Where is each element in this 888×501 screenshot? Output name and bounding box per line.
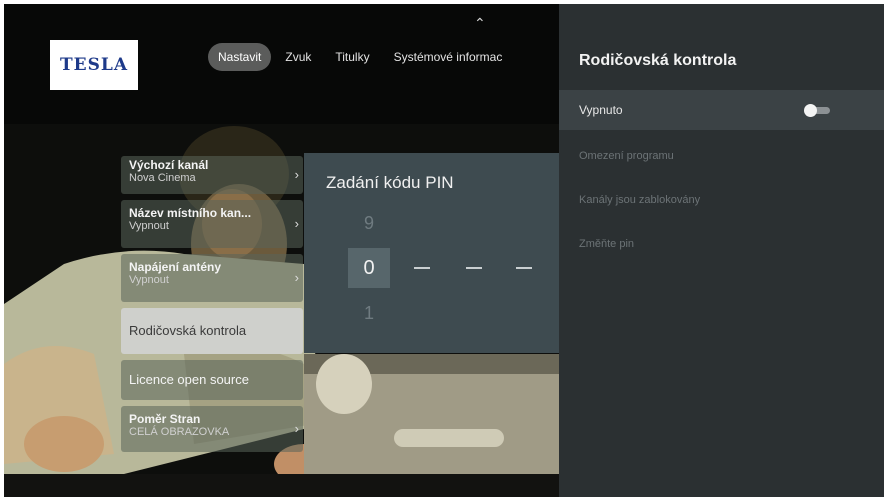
toggle-knob — [804, 104, 817, 117]
parental-control-panel: Rodičovská kontrola Vypnuto Omezení prog… — [559, 4, 884, 497]
menu-item-value: CELÁ OBRAZOVKA — [129, 426, 230, 438]
chevron-right-icon: › — [294, 167, 299, 182]
chevron-right-icon: › — [294, 421, 299, 436]
tab-nastavit[interactable]: Nastavit — [208, 43, 272, 71]
pin-slot-3[interactable] — [466, 267, 482, 269]
logo-text: TESLA — [59, 55, 129, 75]
pin-digit-input[interactable]: 0 — [348, 248, 390, 288]
menu-item-aspect-ratio[interactable]: Poměr Stran CELÁ OBRAZOVKA › — [121, 406, 303, 452]
chevron-up-icon[interactable]: ⌃ — [474, 16, 486, 30]
menu-item-title: Název místního kan... — [129, 206, 252, 220]
menu-item-antenna-power[interactable]: Napájení antény Vypnout › — [121, 254, 303, 302]
chevron-right-icon: › — [294, 270, 299, 285]
tab-systemove-informace[interactable]: Systémové informac — [384, 43, 513, 71]
menu-item-title: Poměr Stran — [129, 412, 201, 426]
pin-dialog-title: Zadání kódu PIN — [326, 173, 454, 192]
panel-row-label: Změňte pin — [579, 238, 635, 250]
pin-slot-4[interactable] — [516, 267, 532, 269]
tab-zvuk[interactable]: Zvuk — [275, 43, 321, 71]
panel-row-label: Kanály jsou zablokovány — [579, 194, 701, 206]
toggle-row-label: Vypnuto — [579, 103, 623, 117]
menu-item-value: Vypnout — [129, 220, 169, 232]
menu-item-parental-control[interactable]: Rodičovská kontrola — [121, 308, 303, 354]
menu-item-open-source-licenses[interactable]: Licence open source — [121, 360, 303, 400]
settings-menu: Výchozí kanál Nova Cinema › Název místní… — [121, 156, 311, 458]
top-tab-bar: Nastavit Zvuk Titulky Systémové informac — [208, 42, 516, 72]
chevron-right-icon: › — [294, 216, 299, 231]
pin-slot-2[interactable] — [414, 267, 430, 269]
menu-item-local-channel-name[interactable]: Název místního kan... Vypnout › — [121, 200, 303, 248]
pin-digit-above: 9 — [364, 213, 375, 233]
panel-row-blocked-channels[interactable]: Kanály jsou zablokovány — [559, 180, 884, 220]
panel-row-change-pin[interactable]: Změňte pin — [559, 224, 884, 264]
menu-item-value: Vypnout — [129, 274, 169, 286]
parental-control-toggle[interactable] — [804, 104, 830, 117]
panel-title: Rodičovská kontrola — [579, 52, 737, 69]
menu-item-title: Rodičovská kontrola — [129, 324, 247, 338]
tesla-logo: TESLA — [50, 40, 138, 90]
tab-titulky[interactable]: Titulky — [325, 43, 379, 71]
menu-item-title: Licence open source — [129, 373, 249, 387]
pin-entry-dialog: Zadání kódu PIN 9 0 1 — [304, 153, 590, 353]
menu-item-title: Napájení antény — [129, 260, 222, 274]
menu-item-value: Nova Cinema — [129, 172, 196, 184]
menu-item-title: Výchozí kanál — [129, 158, 209, 172]
menu-item-default-channel[interactable]: Výchozí kanál Nova Cinema › — [121, 156, 303, 194]
panel-row-program-restrictions[interactable]: Omezení programu — [559, 136, 884, 176]
panel-row-label: Omezení programu — [579, 150, 674, 162]
tv-screen: TESLA ⌃ Nastavit Zvuk Titulky Systémové … — [4, 4, 884, 497]
pin-digit-below: 1 — [364, 303, 375, 323]
parental-control-toggle-row[interactable]: Vypnuto — [559, 90, 884, 130]
